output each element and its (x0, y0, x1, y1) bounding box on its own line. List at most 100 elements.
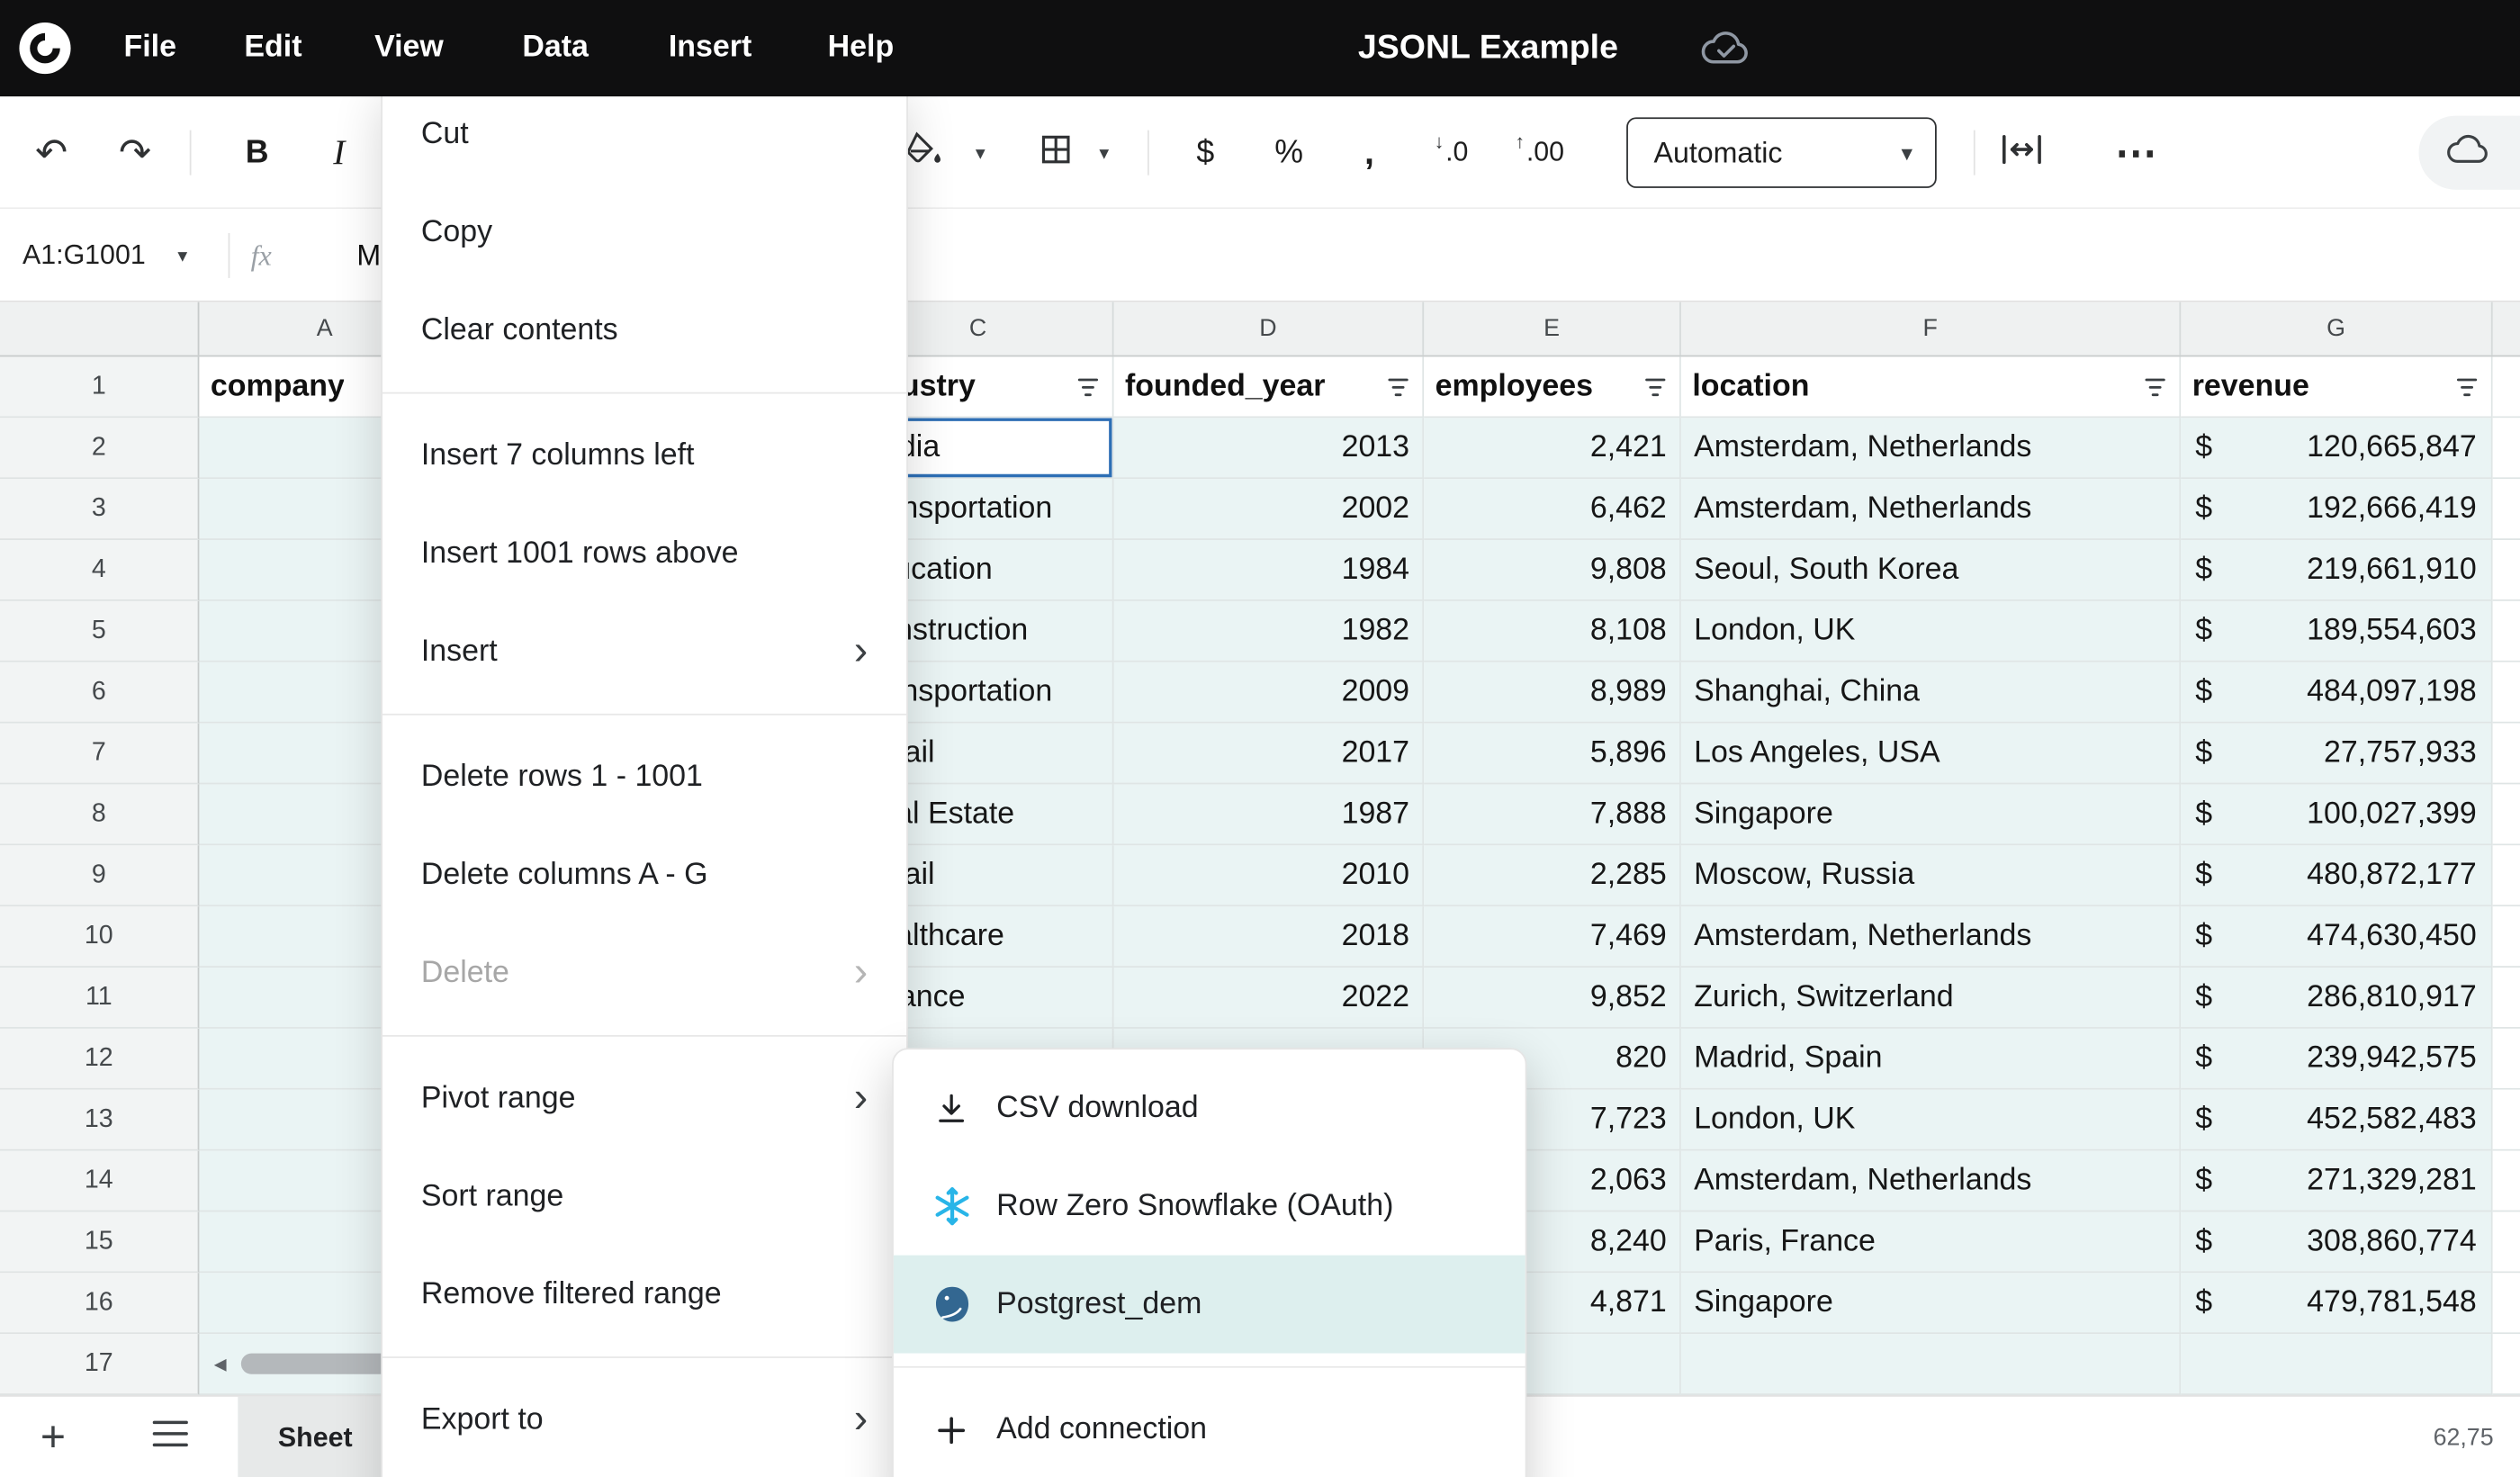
percent-format-button[interactable]: % (1258, 96, 1319, 209)
column-header-f[interactable]: F (1681, 302, 2181, 356)
column-header-e[interactable]: E (1424, 302, 1681, 356)
cell-F9[interactable]: Moscow, Russia (1681, 845, 2181, 906)
filter-icon[interactable] (2454, 375, 2480, 398)
currency-format-button[interactable]: $ (1174, 96, 1236, 209)
menu-item-sort-range[interactable]: Sort range (382, 1148, 906, 1246)
cell-F3[interactable]: Amsterdam, Netherlands (1681, 479, 2181, 540)
cell-G12[interactable]: $239,942,575 (2181, 1029, 2492, 1090)
submenu-item-add-connection[interactable]: Add connection (894, 1381, 1526, 1477)
menubar-item-view[interactable]: View (374, 0, 444, 96)
scroll-left-button[interactable]: ◀ (206, 1352, 235, 1378)
cell-D11[interactable]: 2022 (1114, 968, 1425, 1029)
row-header-13[interactable]: 13 (0, 1090, 199, 1151)
row-header-9[interactable]: 9 (0, 845, 199, 906)
filter-icon[interactable] (2142, 375, 2168, 398)
cell-G3[interactable]: $192,666,419 (2181, 479, 2492, 540)
cell-F12[interactable]: Madrid, Spain (1681, 1029, 2181, 1090)
row-header-16[interactable]: 16 (0, 1273, 199, 1334)
cell-G15[interactable]: $308,860,774 (2181, 1211, 2492, 1273)
row-header-1[interactable]: 1 (0, 356, 199, 418)
cell-F2[interactable]: Amsterdam, Netherlands (1681, 418, 2181, 479)
increase-decimal-button[interactable]: ↑.00 (1498, 96, 1581, 209)
bold-button[interactable]: B (227, 96, 288, 209)
cell-E6[interactable]: 8,989 (1424, 662, 1681, 724)
cell-G8[interactable]: $100,027,399 (2181, 784, 2492, 845)
cell-F14[interactable]: Amsterdam, Netherlands (1681, 1151, 2181, 1212)
cell-E4[interactable]: 9,808 (1424, 540, 1681, 601)
cell-F8[interactable]: Singapore (1681, 784, 2181, 845)
cell-F13[interactable]: London, UK (1681, 1090, 2181, 1151)
submenu-item-row-zero-snowflake-oauth[interactable]: Row Zero Snowflake (OAuth) (894, 1157, 1526, 1256)
cell-D8[interactable]: 1987 (1114, 784, 1425, 845)
cell-D3[interactable]: 2002 (1114, 479, 1425, 540)
row-header-7[interactable]: 7 (0, 724, 199, 785)
borders-button[interactable] (1031, 96, 1080, 209)
cell-F4[interactable]: Seoul, South Korea (1681, 540, 2181, 601)
menubar-item-insert[interactable]: Insert (669, 0, 752, 96)
menubar-item-file[interactable]: File (124, 0, 176, 96)
more-options-button[interactable]: ⋯ (2105, 96, 2169, 209)
cell-G14[interactable]: $271,329,281 (2181, 1151, 2492, 1212)
header-cell-revenue[interactable]: revenue (2181, 356, 2492, 418)
menubar-item-data[interactable]: Data (522, 0, 589, 96)
cell-E2[interactable]: 2,421 (1424, 418, 1681, 479)
cell-D2[interactable]: 2013 (1114, 418, 1425, 479)
cell-G2[interactable]: $120,665,847 (2181, 418, 2492, 479)
header-cell-location[interactable]: location (1681, 356, 2181, 418)
row-header-14[interactable]: 14 (0, 1151, 199, 1212)
header-cell-founded-year[interactable]: founded_year (1114, 356, 1425, 418)
menu-item-insert[interactable]: Insert› (382, 603, 906, 701)
share-pill[interactable] (2419, 116, 2520, 190)
cell-D6[interactable]: 2009 (1114, 662, 1425, 724)
row-header-6[interactable]: 6 (0, 662, 199, 724)
document-title[interactable]: JSONL Example (1358, 29, 1618, 68)
cell-F15[interactable]: Paris, France (1681, 1211, 2181, 1273)
submenu-item-csv-download[interactable]: CSV download (894, 1059, 1526, 1157)
borders-dropdown[interactable]: ▾ (1088, 96, 1120, 209)
row-header-2[interactable]: 2 (0, 418, 199, 479)
decrease-decimal-button[interactable]: ↓.0 (1414, 96, 1488, 209)
undo-button[interactable]: ↶ (22, 96, 80, 209)
sheet-list-button[interactable] (141, 1397, 199, 1477)
column-header-d[interactable]: D (1114, 302, 1425, 356)
menubar-item-help[interactable]: Help (828, 0, 895, 96)
cell-E11[interactable]: 9,852 (1424, 968, 1681, 1029)
menu-item-delete-rows-1-1001[interactable]: Delete rows 1 - 1001 (382, 728, 906, 826)
menu-item-delete-columns-a-g[interactable]: Delete columns A - G (382, 826, 906, 924)
cell-E8[interactable]: 7,888 (1424, 784, 1681, 845)
cell-D4[interactable]: 1984 (1114, 540, 1425, 601)
menu-item-delete[interactable]: Delete› (382, 924, 906, 1022)
row-header-4[interactable]: 4 (0, 540, 199, 601)
cell-F17[interactable] (1681, 1334, 2181, 1395)
add-sheet-button[interactable]: + (26, 1397, 81, 1477)
cell-D9[interactable]: 2010 (1114, 845, 1425, 906)
cell-D10[interactable]: 2018 (1114, 906, 1425, 968)
cell-E10[interactable]: 7,469 (1424, 906, 1681, 968)
cell-E3[interactable]: 6,462 (1424, 479, 1681, 540)
redo-button[interactable]: ↷ (106, 96, 164, 209)
column-header-g[interactable]: G (2181, 302, 2492, 356)
cell-D5[interactable]: 1982 (1114, 601, 1425, 662)
cell-G9[interactable]: $480,872,177 (2181, 845, 2492, 906)
submenu-item-postgrest-dem[interactable]: Postgrest_dem (894, 1256, 1526, 1354)
cell-G17[interactable] (2181, 1334, 2492, 1395)
cell-E9[interactable]: 2,285 (1424, 845, 1681, 906)
cell-G5[interactable]: $189,554,603 (2181, 601, 2492, 662)
menu-item-cut[interactable]: Cut (382, 86, 906, 184)
menu-item-insert-7-columns-left[interactable]: Insert 7 columns left (382, 407, 906, 505)
cell-D7[interactable]: 2017 (1114, 724, 1425, 785)
cell-F6[interactable]: Shanghai, China (1681, 662, 2181, 724)
cell-F7[interactable]: Los Angeles, USA (1681, 724, 2181, 785)
row-header-11[interactable]: 11 (0, 968, 199, 1029)
row-header-3[interactable]: 3 (0, 479, 199, 540)
name-box[interactable]: A1:G1001 ▾ (22, 209, 187, 302)
row-header-8[interactable]: 8 (0, 784, 199, 845)
cell-G6[interactable]: $484,097,198 (2181, 662, 2492, 724)
cell-G13[interactable]: $452,582,483 (2181, 1090, 2492, 1151)
fill-color-dropdown[interactable]: ▾ (964, 96, 996, 209)
menu-item-copy[interactable]: Copy (382, 184, 906, 282)
cell-G4[interactable]: $219,661,910 (2181, 540, 2492, 601)
cell-G7[interactable]: $27,757,933 (2181, 724, 2492, 785)
filter-icon[interactable] (1385, 375, 1411, 398)
cell-F5[interactable]: London, UK (1681, 601, 2181, 662)
